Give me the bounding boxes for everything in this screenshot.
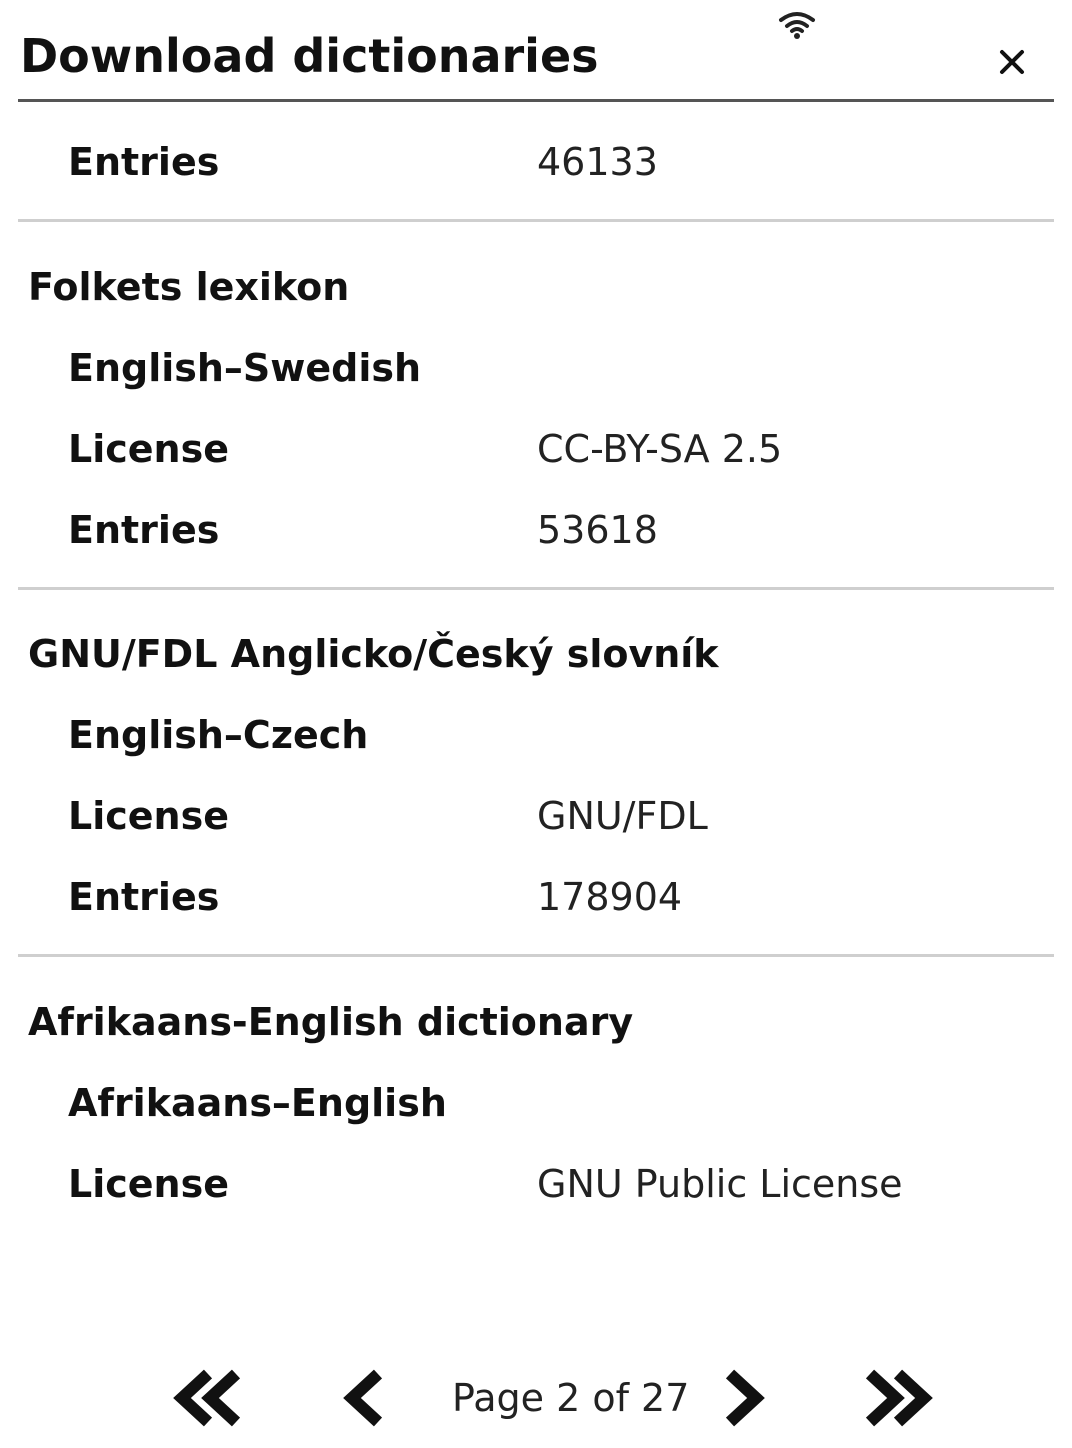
license-row: License GNU Public License [0, 1144, 1072, 1224]
license-value: GNU/FDL [537, 794, 708, 838]
page-title: Download dictionaries [20, 29, 599, 83]
language-pair: English–Czech [68, 713, 369, 757]
license-row: License CC-BY-SA 2.5 [0, 409, 1072, 489]
entries-row: Entries 178904 [0, 857, 1072, 937]
page-indicator: Page 2 of 27 [452, 1376, 690, 1420]
first-page-button[interactable] [168, 1368, 258, 1428]
entries-label: Entries [68, 508, 220, 552]
chevron-right-icon [725, 1369, 765, 1427]
language-pair-row: English–Czech [0, 695, 1072, 775]
divider [18, 219, 1054, 222]
entries-label: Entries [68, 140, 220, 184]
entries-value: 46133 [537, 140, 658, 184]
language-pair-row: English–Swedish [0, 328, 1072, 408]
license-label: License [68, 1162, 229, 1206]
dictionary-name: Afrikaans-English dictionary [28, 1000, 634, 1044]
entries-row: Entries 46133 [0, 122, 1072, 202]
license-label: License [68, 794, 229, 838]
next-page-button[interactable] [700, 1368, 790, 1428]
wifi-icon [779, 12, 815, 39]
divider [18, 587, 1054, 590]
divider [18, 954, 1054, 957]
entries-value: 178904 [537, 875, 683, 919]
previous-page-button[interactable] [318, 1368, 408, 1428]
header-divider [18, 99, 1054, 102]
last-page-button[interactable] [850, 1368, 940, 1428]
double-chevron-left-icon [173, 1369, 241, 1427]
entries-value: 53618 [537, 508, 658, 552]
chevron-left-icon [343, 1369, 383, 1427]
close-button[interactable] [990, 40, 1034, 84]
license-label: License [68, 427, 229, 471]
close-icon [1000, 50, 1024, 74]
dictionary-item-name[interactable]: Afrikaans-English dictionary [0, 982, 1072, 1062]
double-chevron-right-icon [865, 1369, 933, 1427]
language-pair-row: Afrikaans–English [0, 1063, 1072, 1143]
entries-row: Entries 53618 [0, 490, 1072, 570]
download-dictionaries-dialog: Download dictionaries Entries 46133 Folk… [0, 0, 1072, 1448]
dictionary-item-name[interactable]: Folkets lexikon [0, 247, 1072, 327]
dictionary-name: Folkets lexikon [28, 265, 350, 309]
license-value: GNU Public License [537, 1162, 903, 1206]
dictionary-item-name[interactable]: GNU/FDL Anglicko/Český slovník [0, 614, 1072, 694]
dictionary-name: GNU/FDL Anglicko/Český slovník [28, 632, 719, 676]
language-pair: English–Swedish [68, 346, 422, 390]
pagination: Page 2 of 27 [0, 1358, 1072, 1438]
license-row: License GNU/FDL [0, 776, 1072, 856]
language-pair: Afrikaans–English [68, 1081, 447, 1125]
entries-label: Entries [68, 875, 220, 919]
license-value: CC-BY-SA 2.5 [537, 427, 783, 471]
